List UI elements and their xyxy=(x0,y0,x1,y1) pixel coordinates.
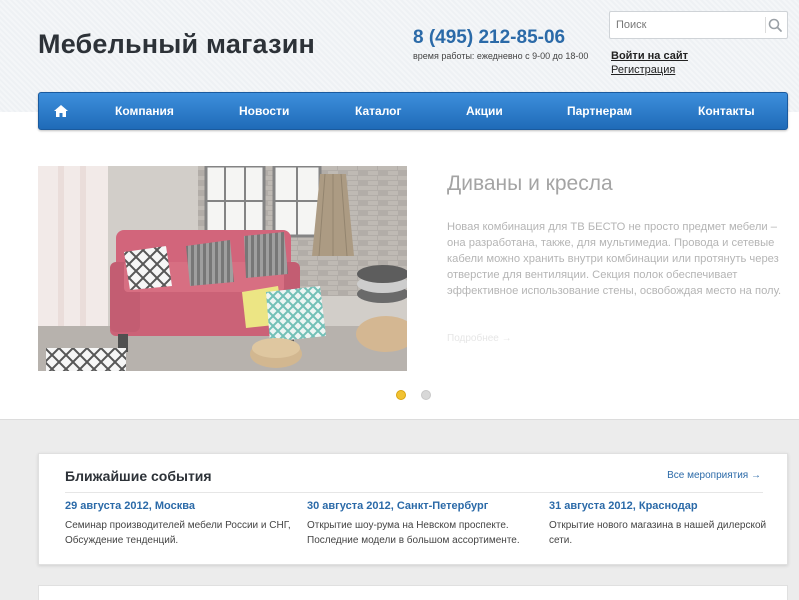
slide-description: Новая комбинация для ТВ БЕСТО не просто … xyxy=(447,221,782,297)
event-description: Открытие нового магазина в нашей дилерск… xyxy=(549,520,767,546)
events-panel: Ближайшие события Все мероприятия → 29 а… xyxy=(38,453,788,565)
slide-more-link[interactable]: Подробнее → xyxy=(447,333,512,344)
divider xyxy=(65,492,763,493)
events-title: Ближайшие события xyxy=(65,468,212,484)
all-events-link[interactable]: Все мероприятия → xyxy=(667,470,761,481)
event-item: 31 августа 2012, Краснодар Открытие ново… xyxy=(549,500,779,548)
nav-item-company[interactable]: Компания xyxy=(115,93,174,129)
event-date-link[interactable]: 30 августа 2012, Санкт-Петербург xyxy=(307,500,537,512)
working-hours: время работы: ежедневно с 9-00 до 18-00 xyxy=(413,51,589,61)
main-navigation: Компания Новости Каталог Акции Партнерам… xyxy=(38,92,788,130)
slider-dot-active[interactable] xyxy=(396,390,406,400)
register-link[interactable]: Регистрация xyxy=(611,64,675,76)
nav-item-contacts[interactable]: Контакты xyxy=(698,93,755,129)
slide-title: Диваны и кресла xyxy=(447,172,613,195)
nav-item-news[interactable]: Новости xyxy=(239,93,289,129)
top-section: Мебельный магазин 8 (495) 212-85-06 врем… xyxy=(0,0,799,420)
site-logo[interactable]: Мебельный магазин xyxy=(38,29,315,60)
phone-number: 8 (495) 212-85-06 xyxy=(413,27,566,48)
slide-image-sofa[interactable] xyxy=(38,166,407,371)
search-box xyxy=(609,11,788,39)
event-item: 30 августа 2012, Санкт-Петербург Открыти… xyxy=(307,500,537,548)
nav-item-promotions[interactable]: Акции xyxy=(466,93,503,129)
event-description: Семинар производителей мебели России и С… xyxy=(65,520,291,546)
nav-item-partners[interactable]: Партнерам xyxy=(567,93,632,129)
bottom-panel xyxy=(38,585,788,600)
slider-dot[interactable] xyxy=(421,390,431,400)
event-date-link[interactable]: 29 августа 2012, Москва xyxy=(65,500,295,512)
search-input[interactable] xyxy=(610,12,760,38)
search-icon[interactable] xyxy=(765,17,783,33)
event-date-link[interactable]: 31 августа 2012, Краснодар xyxy=(549,500,779,512)
event-description: Открытие шоу-рума на Невском проспекте. … xyxy=(307,520,520,546)
home-icon[interactable] xyxy=(53,104,69,118)
event-item: 29 августа 2012, Москва Семинар производ… xyxy=(65,500,295,548)
login-link[interactable]: Войти на сайт xyxy=(611,50,688,62)
nav-item-catalog[interactable]: Каталог xyxy=(355,93,402,129)
